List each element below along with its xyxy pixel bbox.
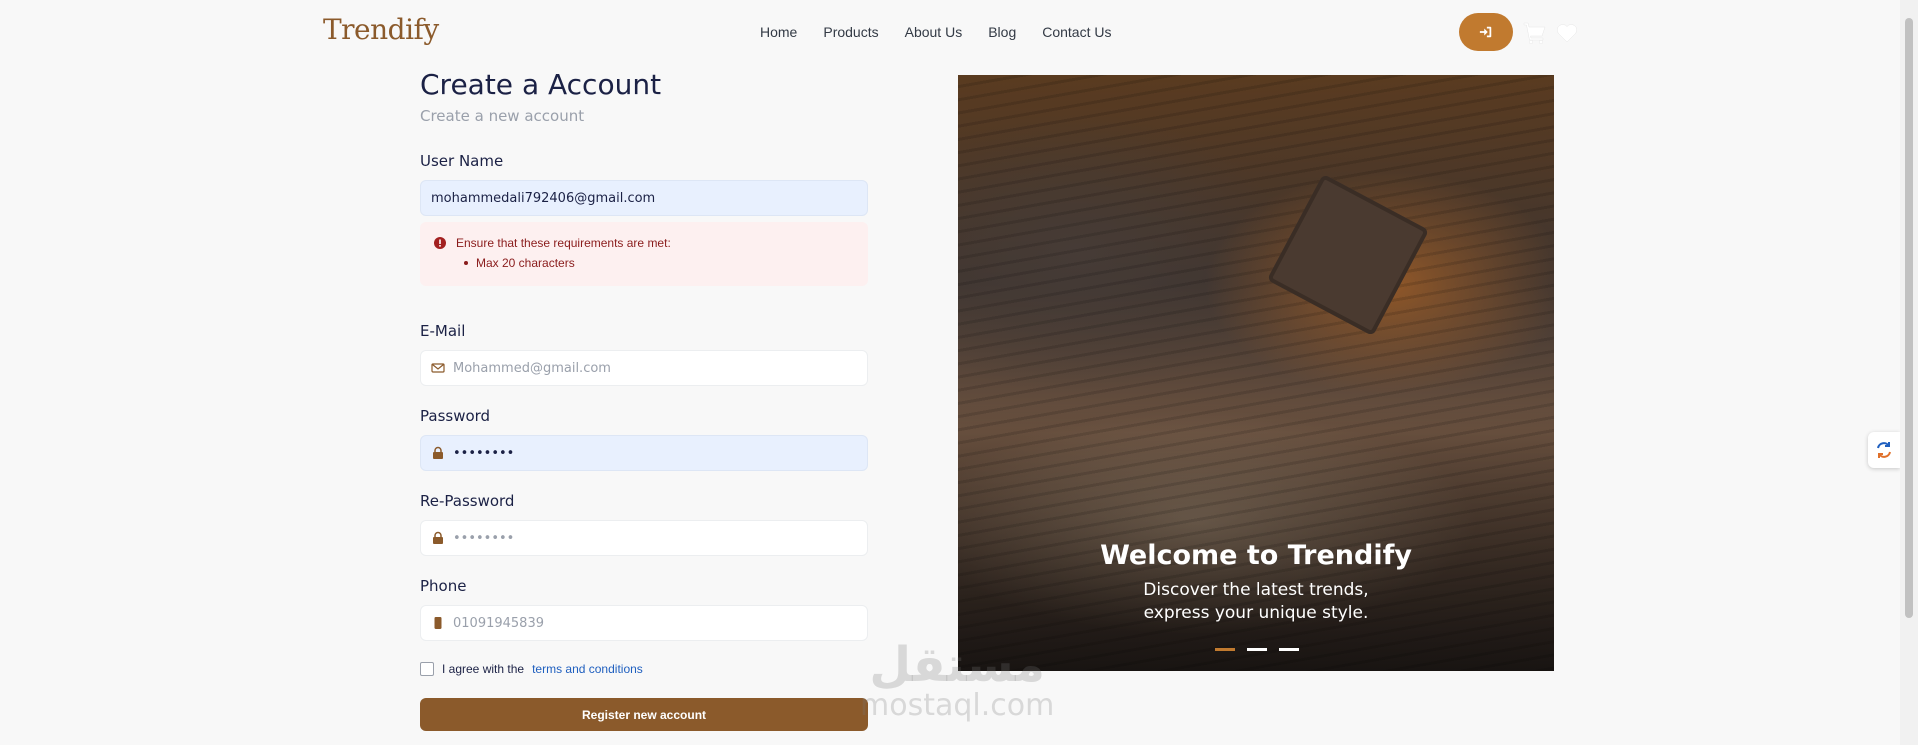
page-title: Create a Account <box>420 68 662 101</box>
nav-link-blog[interactable]: Blog <box>988 24 1016 40</box>
login-button[interactable] <box>1459 13 1513 51</box>
carousel-dot-3[interactable] <box>1279 648 1299 651</box>
page-subtitle: Create a new account <box>420 107 585 125</box>
repassword-input[interactable] <box>453 530 867 546</box>
hero-carousel: Welcome to Trendify Discover the latest … <box>958 75 1554 671</box>
nav-links: Home Products About Us Blog Contact Us <box>760 24 1111 40</box>
register-button[interactable]: Register new account <box>420 698 868 731</box>
password-label: Password <box>420 407 491 425</box>
terms-agreement: I agree with the terms and conditions <box>420 662 643 676</box>
email-label: E-Mail <box>420 322 466 340</box>
phone-field-wrap <box>420 605 868 641</box>
cart-icon[interactable] <box>1522 22 1546 44</box>
error-item: Max 20 characters <box>464 256 854 270</box>
password-input[interactable] <box>453 445 867 461</box>
heart-icon[interactable] <box>1556 23 1578 43</box>
terms-checkbox[interactable] <box>420 662 434 676</box>
email-input[interactable] <box>453 360 867 376</box>
username-label: User Name <box>420 152 504 170</box>
hero-title: Welcome to Trendify <box>1100 540 1412 571</box>
watermark-latin: mostaql.com <box>860 688 1055 723</box>
phone-icon <box>434 617 442 629</box>
nav-link-home[interactable]: Home <box>760 24 797 40</box>
hero-line-1: Discover the latest trends, <box>1143 580 1369 600</box>
sign-in-icon <box>1479 26 1492 38</box>
terms-text: I agree with the <box>442 662 525 676</box>
error-heading: Ensure that these requirements are met: <box>456 236 671 250</box>
phone-label: Phone <box>420 577 467 595</box>
nav-link-products[interactable]: Products <box>823 24 878 40</box>
register-form-header: Create a Account Create a new account <box>420 68 868 125</box>
repassword-label: Re-Password <box>420 492 515 510</box>
envelope-icon <box>431 363 445 373</box>
carousel-dot-2[interactable] <box>1247 648 1267 651</box>
email-field-wrap <box>420 350 868 386</box>
lock-icon <box>433 446 443 459</box>
refresh-icon <box>1877 442 1891 458</box>
repassword-field-wrap <box>420 520 868 556</box>
username-error-box: Ensure that these requirements are met: … <box>420 222 868 286</box>
brand-logo[interactable]: Trendify <box>323 13 439 46</box>
password-field-wrap <box>420 435 868 471</box>
hero-text: Discover the latest trends, express your… <box>958 579 1554 625</box>
carousel-dot-1[interactable] <box>1215 648 1235 651</box>
hero-line-2: express your unique style. <box>1143 603 1369 623</box>
error-icon <box>434 237 446 249</box>
username-input[interactable] <box>431 190 867 206</box>
terms-link[interactable]: terms and conditions <box>532 662 643 676</box>
navbar: Trendify Home Products About Us Blog Con… <box>0 0 1900 64</box>
watermark-arabic: مستقل <box>869 637 1045 693</box>
nav-link-about[interactable]: About Us <box>905 24 963 40</box>
page-scrollbar[interactable] <box>1900 0 1918 745</box>
watermark: مستقل mostaql.com <box>860 640 1054 722</box>
carousel-indicators <box>1215 648 1299 651</box>
phone-input[interactable] <box>453 615 867 631</box>
lock-icon <box>433 531 443 544</box>
username-field-wrap <box>420 180 868 216</box>
translate-widget[interactable] <box>1868 432 1900 468</box>
scrollbar-thumb[interactable] <box>1905 18 1913 618</box>
nav-link-contact[interactable]: Contact Us <box>1042 24 1111 40</box>
